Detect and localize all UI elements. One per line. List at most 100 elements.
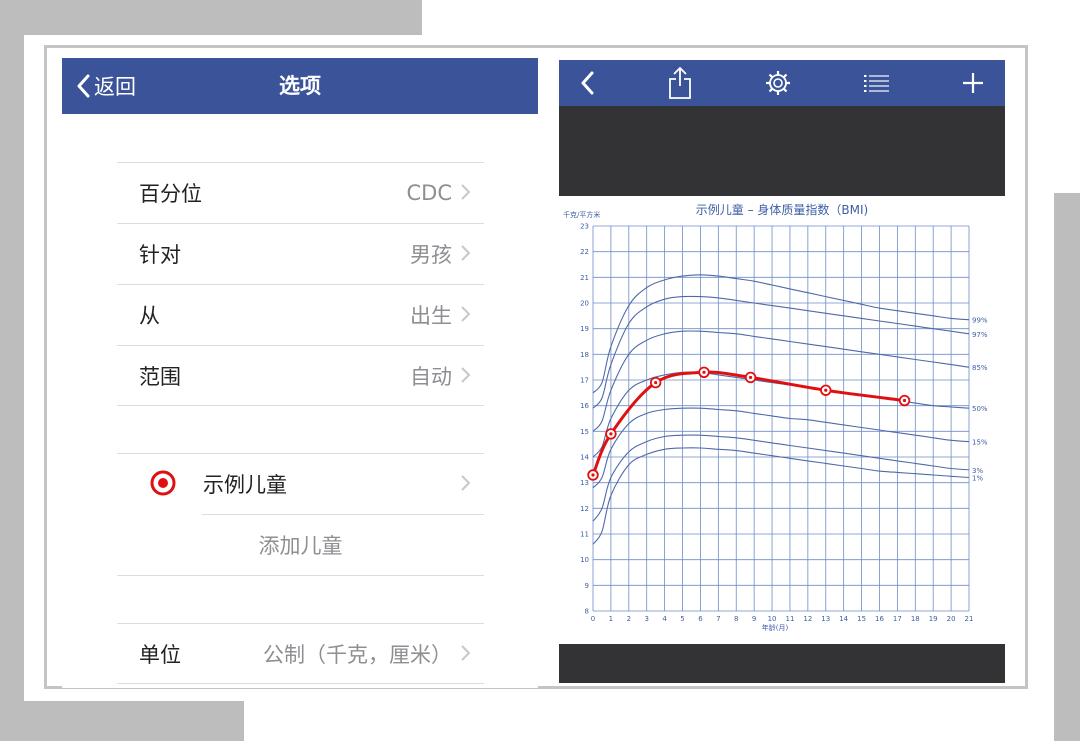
percentile-curve-1pct (592, 447, 970, 545)
row-label: 单位 (139, 643, 181, 667)
y-tick-label: 16 (580, 402, 589, 410)
options-screen: 返回 选项 百分位 CDC 针对 男孩 从 出生 范围 自动 示例儿童 添加儿童… (62, 58, 538, 688)
percentile-label: 50% (972, 405, 988, 413)
x-tick-label: 10 (768, 615, 777, 623)
list-icon[interactable] (857, 60, 897, 106)
percentile-label: 1% (972, 475, 983, 483)
y-tick-label: 21 (580, 274, 589, 282)
gender-row[interactable]: 针对 男孩 (117, 223, 484, 284)
units-row[interactable]: 单位 公制（千克，厘米） (117, 623, 484, 684)
x-tick-label: 20 (947, 615, 956, 623)
background-decoration-bottom (0, 701, 244, 741)
page-title: 选项 (279, 74, 321, 98)
patient-data-point-center (702, 370, 706, 374)
row-label: 范围 (139, 365, 181, 389)
row-label: 从 (139, 304, 160, 328)
y-tick-label: 22 (580, 248, 589, 256)
y-tick-label: 23 (580, 223, 589, 231)
y-tick-label: 11 (580, 531, 589, 539)
y-tick-label: 17 (580, 377, 589, 385)
chevron-right-icon (461, 306, 470, 322)
row-value: 自动 (410, 365, 452, 389)
percentile-label: 15% (972, 439, 988, 447)
x-tick-label: 18 (911, 615, 920, 623)
patient-data-point-center (609, 432, 613, 436)
patient-data-point-center (824, 388, 828, 392)
add-child-button[interactable]: 添加儿童 (117, 515, 484, 575)
x-tick-label: 6 (698, 615, 703, 623)
plus-icon[interactable] (953, 60, 993, 106)
y-tick-label: 13 (580, 479, 589, 487)
patient-data-point-center (654, 380, 658, 385)
y-tick-label: 8 (585, 608, 589, 616)
x-tick-label: 0 (591, 615, 595, 623)
percentile-label: 99% (972, 317, 988, 325)
child-name: 示例儿童 (203, 473, 287, 497)
share-icon[interactable] (660, 60, 700, 106)
options-navbar: 返回 选项 (62, 58, 538, 114)
patient-data-point-center (591, 473, 595, 477)
background-decoration-top (0, 0, 422, 35)
background-decoration-left (0, 35, 24, 701)
patient-data-point-center (902, 398, 907, 403)
y-tick-label: 9 (585, 582, 589, 590)
x-tick-label: 15 (857, 615, 866, 623)
percentile-label: 85% (972, 364, 988, 372)
divider (117, 405, 484, 406)
back-icon[interactable] (567, 60, 607, 106)
chevron-right-icon (461, 367, 470, 383)
chevron-right-icon (461, 184, 470, 200)
row-value: 出生 (410, 304, 452, 328)
range-row[interactable]: 范围 自动 (117, 345, 484, 406)
x-tick-label: 13 (821, 615, 830, 623)
chevron-right-icon (461, 475, 470, 491)
chart-screen: 示例儿童 – 身体质量指数（BMI) 千克/平方米 0 1 2 3 4 5 6 7 8 9 10 11… (559, 60, 1005, 683)
y-tick-label: 19 (580, 325, 589, 333)
row-value: 公制（千克，厘米） (263, 643, 452, 667)
row-value: CDC (406, 181, 453, 205)
y-tick-label: 14 (580, 454, 589, 462)
y-tick-label: 15 (580, 428, 589, 436)
x-tick-label: 16 (875, 615, 884, 623)
bottom-bar (559, 644, 1005, 683)
child-row[interactable]: 示例儿童 (117, 453, 484, 514)
y-tick-label: 18 (580, 351, 589, 359)
x-tick-label: 21 (965, 615, 974, 623)
percentile-curve-15pct (592, 407, 970, 489)
x-tick-label: 4 (662, 615, 667, 623)
percentile-curve-99pct (592, 274, 970, 394)
x-tick-label: 5 (680, 615, 684, 623)
x-tick-label: 8 (734, 615, 738, 623)
ad-banner-area (559, 106, 1005, 196)
x-tick-label: 9 (752, 615, 756, 623)
patient-bmi-line (591, 370, 905, 476)
x-tick-label: 3 (644, 615, 648, 623)
chart-toolbar (559, 60, 1005, 106)
y-tick-label: 20 (580, 300, 589, 308)
chevron-right-icon (461, 245, 470, 261)
row-value: 男孩 (410, 243, 452, 267)
percentile-row[interactable]: 百分位 CDC (117, 162, 484, 223)
y-tick-label: 12 (580, 505, 589, 513)
x-tick-label: 19 (929, 615, 938, 623)
patient-data-point-center (748, 375, 753, 380)
x-tick-label: 1 (609, 615, 613, 623)
gear-icon[interactable] (758, 60, 798, 106)
y-tick-label: 10 (580, 556, 589, 564)
row-label: 百分位 (139, 182, 202, 206)
x-tick-label: 11 (785, 615, 794, 623)
x-tick-label: 12 (803, 615, 812, 623)
divider (117, 575, 484, 576)
selected-target-icon (150, 470, 176, 496)
divider (117, 683, 484, 684)
x-tick-label: 7 (716, 615, 720, 623)
chevron-right-icon (461, 645, 470, 661)
x-axis-label: 年龄(月) (762, 623, 789, 632)
background-decoration-right (1054, 193, 1080, 741)
x-tick-label: 17 (893, 615, 902, 623)
bmi-chart: 0 1 2 3 4 5 6 7 8 9 10 11 12 13 14 15 16 17 18 19 20 21891011… (580, 223, 988, 633)
from-row[interactable]: 从 出生 (117, 284, 484, 345)
percentile-label: 97% (972, 331, 988, 339)
x-tick-label: 2 (627, 615, 631, 623)
row-label: 针对 (139, 243, 181, 267)
